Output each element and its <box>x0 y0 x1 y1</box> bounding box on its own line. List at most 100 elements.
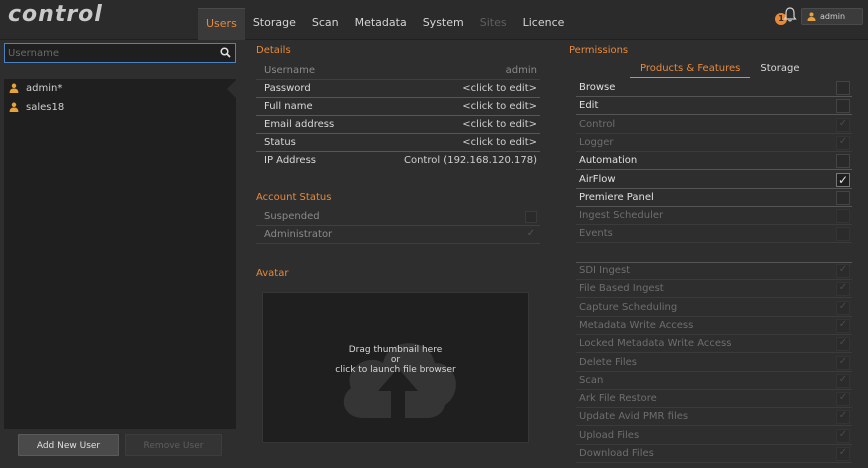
permission-row-capture-scheduling: Capture Scheduling ✓ <box>576 299 852 317</box>
permission-row-ingest-scheduler: Ingest Scheduler <box>576 207 852 226</box>
permission-checkbox-update-avid-pmr-files: ✓ <box>836 410 850 425</box>
permission-checkbox-upload-files: ✓ <box>836 428 850 443</box>
status-value[interactable]: <click to edit> <box>462 134 537 152</box>
permission-row-update-avid-pmr-files: Update Avid PMR files ✓ <box>576 408 852 427</box>
permission-checkbox-file-based-ingest: ✓ <box>836 282 850 297</box>
field-status[interactable]: Status <click to edit> <box>256 134 540 152</box>
permission-checkbox-control: ✓ <box>836 117 850 132</box>
permission-checkbox-logger: ✓ <box>836 135 850 150</box>
tab-storage[interactable]: Storage <box>245 8 304 40</box>
avatar-drop-text: Drag thumbnail here or click to launch f… <box>335 345 456 375</box>
tab-scan[interactable]: Scan <box>304 8 347 40</box>
permission-checkbox-delete-files: ✓ <box>836 355 850 370</box>
permission-row-scan: Scan ✓ <box>576 372 852 390</box>
administrator-checkbox: ✓ <box>526 228 536 239</box>
main-nav: Users Storage Scan Metadata System Sites… <box>198 8 572 40</box>
user-name: sales18 <box>26 102 65 113</box>
permission-label: Delete Files <box>579 356 637 368</box>
permission-checkbox-locked-metadata-write-access: ✓ <box>836 337 850 352</box>
remove-user-button: Remove User <box>125 434 222 456</box>
cloud-upload-icon <box>343 343 456 433</box>
username-value: admin <box>505 65 537 76</box>
permission-checkbox-capture-scheduling: ✓ <box>836 300 850 315</box>
permission-label: Capture Scheduling <box>579 301 678 313</box>
permission-row-airflow[interactable]: AirFlow ✓ <box>576 171 852 189</box>
avatar-title: Avatar <box>256 268 289 279</box>
tab-products-features[interactable]: Products & Features <box>630 62 751 78</box>
permission-label: Premiere Panel <box>579 191 654 203</box>
permission-row-locked-metadata-write-access: Locked Metadata Write Access ✓ <box>576 335 852 354</box>
permissions-title: Permissions <box>569 45 629 56</box>
person-icon <box>807 12 816 21</box>
permission-label: Scan <box>579 374 604 386</box>
app-logo: control <box>8 2 103 27</box>
permission-label: File Based Ingest <box>579 283 664 295</box>
permission-checkbox-automation[interactable] <box>836 154 850 169</box>
permission-label: Control <box>579 118 616 130</box>
permission-checkbox-browse[interactable] <box>836 81 850 95</box>
account-status-title: Account Status <box>256 192 332 203</box>
field-username: Username admin <box>256 62 540 80</box>
tab-licence[interactable]: Licence <box>515 8 573 40</box>
permission-label: Download Files <box>579 448 654 459</box>
bell-icon[interactable] <box>783 7 797 23</box>
permission-row-logger: Logger ✓ <box>576 134 852 152</box>
add-new-user-button[interactable]: Add New User <box>18 434 119 456</box>
permission-label: Logger <box>579 136 614 148</box>
permission-row-sdi-ingest: SDI Ingest ✓ <box>576 262 852 280</box>
permission-row-ark-file-restore: Ark File Restore ✓ <box>576 390 852 409</box>
permission-row-metadata-write-access: Metadata Write Access ✓ <box>576 317 852 335</box>
permission-row-events: Events <box>576 225 852 244</box>
tab-storage-permissions[interactable]: Storage <box>750 62 809 78</box>
permission-checkbox-premiere-panel[interactable] <box>836 190 850 205</box>
password-value[interactable]: <click to edit> <box>462 80 537 98</box>
user-list-item-sales18[interactable]: sales18 <box>4 98 236 117</box>
permission-checkbox-events <box>836 227 850 242</box>
permission-label: SDI Ingest <box>579 265 631 276</box>
ip-address-value: Control (192.168.120.178) <box>403 155 537 166</box>
user-list-item-admin[interactable]: admin* <box>4 79 236 98</box>
selection-pointer <box>227 79 237 99</box>
permission-row-premiere-panel[interactable]: Premiere Panel <box>576 189 852 207</box>
avatar-drop-zone[interactable]: Drag thumbnail here or click to launch f… <box>262 292 529 443</box>
user-list: admin* sales18 <box>4 79 236 429</box>
permission-row-control: Control ✓ <box>576 116 852 134</box>
tab-users[interactable]: Users <box>198 8 245 40</box>
field-email[interactable]: Email address <click to edit> <box>256 116 540 134</box>
email-value[interactable]: <click to edit> <box>462 116 537 134</box>
tab-system[interactable]: System <box>415 8 472 40</box>
permission-row-file-based-ingest: File Based Ingest ✓ <box>576 280 852 299</box>
user-name: admin* <box>26 83 63 94</box>
permission-checkbox-airflow[interactable]: ✓ <box>836 172 850 187</box>
permission-label: Update Avid PMR files <box>579 411 689 423</box>
permission-label: Browse <box>579 82 616 93</box>
details-title: Details <box>256 45 291 56</box>
username-search-input[interactable] <box>5 44 215 62</box>
permission-label: Locked Metadata Write Access <box>579 338 732 350</box>
permission-row-browse[interactable]: Browse <box>576 79 852 97</box>
tab-metadata[interactable]: Metadata <box>347 8 415 40</box>
permission-checkbox-edit[interactable] <box>836 99 850 114</box>
current-user-menu[interactable]: admin <box>801 8 863 25</box>
permission-label: Metadata Write Access <box>579 319 694 331</box>
permission-checkbox-ingest-scheduler <box>836 209 850 224</box>
full-name-value[interactable]: <click to edit> <box>462 98 537 116</box>
permission-label: Events <box>579 228 613 240</box>
person-icon <box>9 102 19 112</box>
field-password[interactable]: Password <click to edit> <box>256 80 540 98</box>
permission-checkbox-ark-file-restore: ✓ <box>836 392 850 407</box>
permission-label: Automation <box>579 155 638 167</box>
current-user-name: admin <box>820 12 846 21</box>
permission-label: Ark File Restore <box>579 393 657 405</box>
tab-sites: Sites <box>479 16 507 29</box>
permission-label: Upload Files <box>579 429 640 441</box>
permission-row-automation[interactable]: Automation <box>576 152 852 171</box>
permission-label: Edit <box>579 100 599 112</box>
field-full-name[interactable]: Full name <click to edit> <box>256 98 540 116</box>
permission-checkbox-sdi-ingest: ✓ <box>836 264 850 278</box>
person-icon <box>9 83 19 93</box>
permission-row-edit[interactable]: Edit <box>576 97 852 116</box>
search-icon[interactable] <box>220 47 231 58</box>
permission-row-upload-files: Upload Files ✓ <box>576 427 852 445</box>
permission-checkbox-scan: ✓ <box>836 373 850 388</box>
